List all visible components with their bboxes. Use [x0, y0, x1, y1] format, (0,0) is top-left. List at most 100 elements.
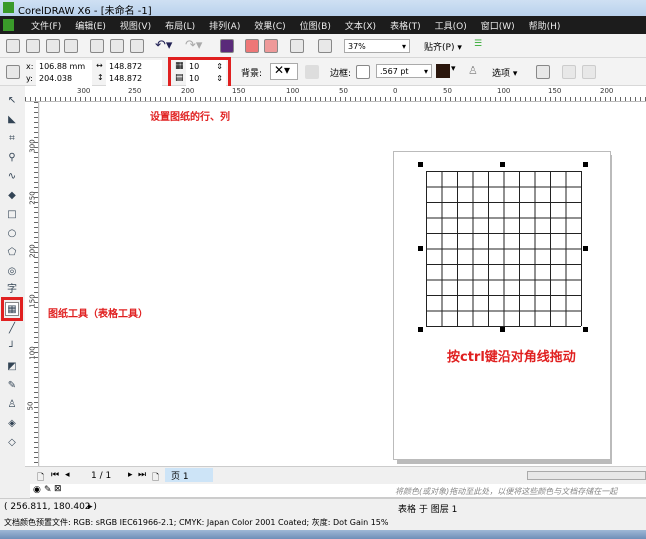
freehand-tool-icon[interactable]: ∿ — [5, 170, 19, 184]
polygon-tool-icon[interactable]: ⬠ — [5, 246, 19, 260]
fill-tool-icon[interactable]: ◈ — [5, 417, 19, 431]
vertical-ruler[interactable]: 300 250 200 150 100 50 — [25, 102, 39, 466]
last-page-icon[interactable]: ⏭ — [138, 470, 146, 480]
outline-pen-icon[interactable]: ♙ — [468, 64, 478, 77]
horizontal-scrollbar[interactable] — [527, 471, 646, 480]
outline-tool-icon[interactable]: ♙ — [5, 398, 19, 412]
selection-handle[interactable] — [583, 162, 588, 167]
selection-handle[interactable] — [500, 327, 505, 332]
redo-icon[interactable]: ↷▾ — [185, 38, 202, 53]
import-icon[interactable] — [220, 39, 234, 53]
welcome-screen-icon[interactable] — [318, 39, 332, 53]
horizontal-ruler[interactable]: 300 250 200 150 100 50 0 50 100 150 200 — [25, 86, 646, 102]
page-count: 1 / 1 — [91, 471, 112, 481]
ruler-tick: 100 — [497, 87, 511, 95]
columns-icon: ▤ — [175, 73, 184, 83]
menu-text[interactable]: 文本(X) — [338, 19, 383, 32]
border-select-icon[interactable] — [356, 65, 370, 79]
menu-view[interactable]: 视图(V) — [113, 19, 158, 32]
canvas-right — [612, 102, 646, 466]
interactive-fill-icon[interactable]: ◇ — [5, 436, 19, 450]
parallel-dimension-icon[interactable]: ╱ — [5, 322, 19, 336]
open-icon[interactable] — [26, 39, 40, 53]
menu-bitmaps[interactable]: 位图(B) — [293, 19, 338, 32]
publish-pdf-icon[interactable] — [264, 39, 278, 53]
app-logo-icon — [3, 2, 14, 13]
menu-tools[interactable]: 工具(O) — [428, 19, 474, 32]
next-page-icon[interactable]: ▸ — [128, 470, 133, 480]
menu-window[interactable]: 窗口(W) — [474, 19, 522, 32]
rectangle-tool-icon[interactable]: □ — [5, 208, 19, 222]
table-tool-icon[interactable]: ▦ — [5, 302, 19, 316]
menu-effects[interactable]: 效果(C) — [247, 19, 292, 32]
wrap-text-icon[interactable] — [536, 65, 550, 79]
menu-edit[interactable]: 编辑(E) — [68, 19, 113, 32]
chevron-down-icon[interactable]: ▾ — [451, 64, 456, 74]
selection-handle[interactable] — [583, 246, 588, 251]
application-launcher-icon[interactable] — [290, 39, 304, 53]
palette-flyout-icon[interactable]: ◉ — [33, 485, 41, 495]
spinner-icon[interactable]: ⇕ — [216, 73, 223, 84]
snap-to-dropdown[interactable]: 贴齐(P) ▾ — [424, 40, 462, 53]
menu-table[interactable]: 表格(T) — [383, 19, 428, 32]
menu-file[interactable]: 文件(F) — [24, 19, 68, 32]
menu-arrange[interactable]: 排列(A) — [202, 19, 247, 32]
ruler-ticks — [34, 102, 38, 466]
ruler-tick: 100 — [286, 87, 300, 95]
columns-field[interactable]: 10 ⇕ — [186, 72, 226, 86]
height-field[interactable]: 148.872 mm — [106, 72, 162, 94]
no-color-swatch[interactable]: ⊠ — [54, 484, 62, 494]
eyedropper-icon[interactable]: ✎ — [5, 379, 19, 393]
copy-icon[interactable] — [110, 39, 124, 53]
options-dropdown[interactable]: 选项 ▾ — [492, 66, 517, 79]
outline-color-swatch[interactable] — [436, 64, 450, 78]
undo-icon[interactable]: ↶▾ — [155, 38, 172, 53]
zoom-tool-icon[interactable]: ⚲ — [5, 151, 19, 165]
selection-handle[interactable] — [418, 246, 423, 251]
smart-fill-icon[interactable]: ◆ — [5, 189, 19, 203]
crop-tool-icon[interactable]: ⌗ — [5, 132, 19, 146]
new-icon[interactable] — [6, 39, 20, 53]
ruler-tick: 250 — [128, 87, 142, 95]
connector-tool-icon[interactable]: ┘ — [5, 341, 19, 355]
save-icon[interactable] — [46, 39, 60, 53]
print-icon[interactable] — [64, 39, 78, 53]
play-icon[interactable]: ▸ — [88, 502, 93, 512]
ruler-tick: 0 — [393, 87, 398, 95]
basic-shapes-icon[interactable]: ◎ — [5, 265, 19, 279]
annotation-rows-cols: 设置图纸的行、列 — [150, 112, 230, 123]
object-origin-icon[interactable] — [6, 65, 20, 79]
selection-handle[interactable] — [500, 162, 505, 167]
prev-page-icon[interactable]: ◂ — [65, 470, 70, 480]
eyedropper-icon[interactable]: ✎ — [44, 485, 52, 495]
menu-help[interactable]: 帮助(H) — [522, 19, 568, 32]
menu-layout[interactable]: 布局(L) — [158, 19, 202, 32]
cut-icon[interactable] — [90, 39, 104, 53]
color-profile-info[interactable]: 文档颜色预置文件: RGB: sRGB IEC61966-2.1; CMYK: … — [4, 517, 388, 528]
text-tool-icon[interactable]: 字 — [5, 283, 19, 297]
spinner-icon[interactable]: ⇕ — [216, 61, 223, 72]
zoom-select[interactable]: 37% ▾ — [344, 39, 410, 53]
ellipse-tool-icon[interactable]: ○ — [5, 227, 19, 241]
y-position-field[interactable]: 204.038 mm — [36, 72, 92, 94]
first-page-icon[interactable]: ⏮ — [51, 470, 59, 480]
selection-handle[interactable] — [418, 162, 423, 167]
chevron-down-icon: ▾ — [401, 42, 406, 51]
edit-fill-icon[interactable] — [305, 65, 319, 79]
page-tab[interactable]: 页 1 — [165, 468, 213, 482]
selection-handle[interactable] — [418, 327, 423, 332]
blend-tool-icon[interactable]: ◩ — [5, 360, 19, 374]
rows-icon: ▦ — [175, 61, 184, 71]
page-navigator: 🗋 ⏮ ◂ 1 / 1 ▸ ⏭ 🗋 页 1 — [25, 466, 646, 484]
annotation-table-tool: 图纸工具（表格工具） — [48, 309, 148, 320]
table-object[interactable] — [426, 171, 582, 327]
border-width-select[interactable]: .567 pt ▾ — [376, 64, 432, 78]
export-icon[interactable] — [245, 39, 259, 53]
background-color-picker[interactable]: ✕▾ — [270, 63, 298, 80]
selection-handle[interactable] — [583, 327, 588, 332]
paste-icon[interactable] — [130, 39, 144, 53]
ruler-tick: 200 — [181, 87, 195, 95]
shape-tool-icon[interactable]: ◣ — [5, 113, 19, 127]
options-icon[interactable]: ☰ — [474, 39, 488, 53]
pick-tool-icon[interactable]: ↖ — [5, 94, 19, 108]
